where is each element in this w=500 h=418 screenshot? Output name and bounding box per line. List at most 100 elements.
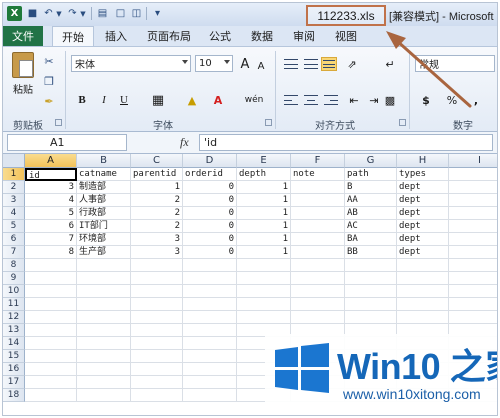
decrease-indent-icon[interactable]: ⇤: [345, 91, 363, 109]
row-header-12[interactable]: 12: [3, 311, 25, 324]
cell-c5[interactable]: 2: [131, 220, 183, 233]
row-header-9[interactable]: 9: [3, 272, 25, 285]
cell-h7[interactable]: dept: [397, 246, 449, 259]
cell-b2[interactable]: 制造部: [77, 181, 131, 194]
cell-d5[interactable]: 0: [183, 220, 237, 233]
cell-d14[interactable]: [183, 337, 237, 350]
cell-c2[interactable]: 1: [131, 181, 183, 194]
align-middle-icon[interactable]: [303, 57, 319, 71]
cell-i11[interactable]: [449, 298, 497, 311]
comma-button[interactable]: ,: [467, 91, 485, 109]
cell-c10[interactable]: [131, 285, 183, 298]
cell-d12[interactable]: [183, 311, 237, 324]
row-header-15[interactable]: 15: [3, 350, 25, 363]
cell-d1[interactable]: orderid: [183, 168, 237, 181]
cell-c12[interactable]: [131, 311, 183, 324]
cell-c1[interactable]: parentid: [131, 168, 183, 181]
align-left-icon[interactable]: [283, 93, 299, 107]
cell-e9[interactable]: [237, 272, 291, 285]
font-launcher-icon[interactable]: [265, 119, 272, 126]
cell-h12[interactable]: [397, 311, 449, 324]
fill-color-icon[interactable]: ▲: [183, 91, 201, 109]
cell-h8[interactable]: [397, 259, 449, 272]
cell-i9[interactable]: [449, 272, 497, 285]
cell-a6[interactable]: 7: [25, 233, 77, 246]
cell-f7[interactable]: [291, 246, 345, 259]
cell-c14[interactable]: [131, 337, 183, 350]
cell-a3[interactable]: 4: [25, 194, 77, 207]
cell-a8[interactable]: [25, 259, 77, 272]
excel-app-icon[interactable]: X: [7, 6, 22, 21]
tab-home[interactable]: 开始: [52, 26, 94, 46]
cell-c11[interactable]: [131, 298, 183, 311]
underline-button[interactable]: U: [115, 91, 133, 109]
new-document-icon[interactable]: □: [113, 6, 128, 21]
column-header-c[interactable]: C: [131, 154, 183, 168]
undo-dropdown-icon[interactable]: ▼: [55, 6, 63, 21]
formula-input[interactable]: 'id: [199, 134, 493, 151]
tab-review[interactable]: 审阅: [287, 26, 321, 46]
cell-a16[interactable]: [25, 363, 77, 376]
cell-g2[interactable]: B: [345, 181, 397, 194]
select-all-corner[interactable]: [3, 154, 25, 168]
column-header-a[interactable]: A: [25, 154, 77, 168]
cell-h2[interactable]: dept: [397, 181, 449, 194]
number-format-combo[interactable]: 常规: [415, 55, 495, 72]
cell-a5[interactable]: 6: [25, 220, 77, 233]
currency-button[interactable]: $: [417, 91, 435, 109]
cell-i3[interactable]: [449, 194, 497, 207]
clipboard-launcher-icon[interactable]: [55, 119, 62, 126]
cell-b10[interactable]: [77, 285, 131, 298]
cell-e1[interactable]: depth: [237, 168, 291, 181]
cell-e11[interactable]: [237, 298, 291, 311]
cell-c7[interactable]: 3: [131, 246, 183, 259]
cell-b12[interactable]: [77, 311, 131, 324]
cell-c13[interactable]: [131, 324, 183, 337]
bold-button[interactable]: B: [73, 91, 91, 109]
form-icon[interactable]: ▤: [95, 6, 110, 21]
row-header-18[interactable]: 18: [3, 389, 25, 402]
cell-g7[interactable]: BB: [345, 246, 397, 259]
cell-d7[interactable]: 0: [183, 246, 237, 259]
cell-d2[interactable]: 0: [183, 181, 237, 194]
font-color-icon[interactable]: A: [209, 91, 227, 109]
tab-data[interactable]: 数据: [245, 26, 279, 46]
alignment-launcher-icon[interactable]: [399, 119, 406, 126]
orientation-icon[interactable]: ⇗: [343, 55, 361, 73]
cell-d10[interactable]: [183, 285, 237, 298]
cell-d17[interactable]: [183, 376, 237, 389]
column-header-f[interactable]: F: [291, 154, 345, 168]
row-header-13[interactable]: 13: [3, 324, 25, 337]
cell-a14[interactable]: [25, 337, 77, 350]
cell-b3[interactable]: 人事部: [77, 194, 131, 207]
cell-b8[interactable]: [77, 259, 131, 272]
cell-g3[interactable]: AA: [345, 194, 397, 207]
cell-b9[interactable]: [77, 272, 131, 285]
cell-b4[interactable]: 行政部: [77, 207, 131, 220]
cell-b11[interactable]: [77, 298, 131, 311]
cell-f11[interactable]: [291, 298, 345, 311]
row-header-10[interactable]: 10: [3, 285, 25, 298]
cell-i7[interactable]: [449, 246, 497, 259]
tab-insert[interactable]: 插入: [99, 26, 133, 46]
italic-button[interactable]: I: [95, 91, 113, 109]
row-header-11[interactable]: 11: [3, 298, 25, 311]
cell-i12[interactable]: [449, 311, 497, 324]
cell-a12[interactable]: [25, 311, 77, 324]
borders-icon[interactable]: ▦: [149, 91, 167, 109]
cell-i2[interactable]: [449, 181, 497, 194]
cell-g4[interactable]: AB: [345, 207, 397, 220]
merge-center-icon[interactable]: ▩: [381, 91, 399, 109]
redo-dropdown-icon[interactable]: ▼: [79, 6, 87, 21]
cell-i4[interactable]: [449, 207, 497, 220]
align-top-icon[interactable]: [283, 57, 299, 71]
format-painter-icon[interactable]: ✒: [41, 93, 57, 109]
cell-a11[interactable]: [25, 298, 77, 311]
row-header-17[interactable]: 17: [3, 376, 25, 389]
cell-b18[interactable]: [77, 389, 131, 402]
cell-f3[interactable]: [291, 194, 345, 207]
cell-d18[interactable]: [183, 389, 237, 402]
paste-button[interactable]: 粘贴: [9, 52, 37, 112]
cell-b15[interactable]: [77, 350, 131, 363]
cell-b17[interactable]: [77, 376, 131, 389]
